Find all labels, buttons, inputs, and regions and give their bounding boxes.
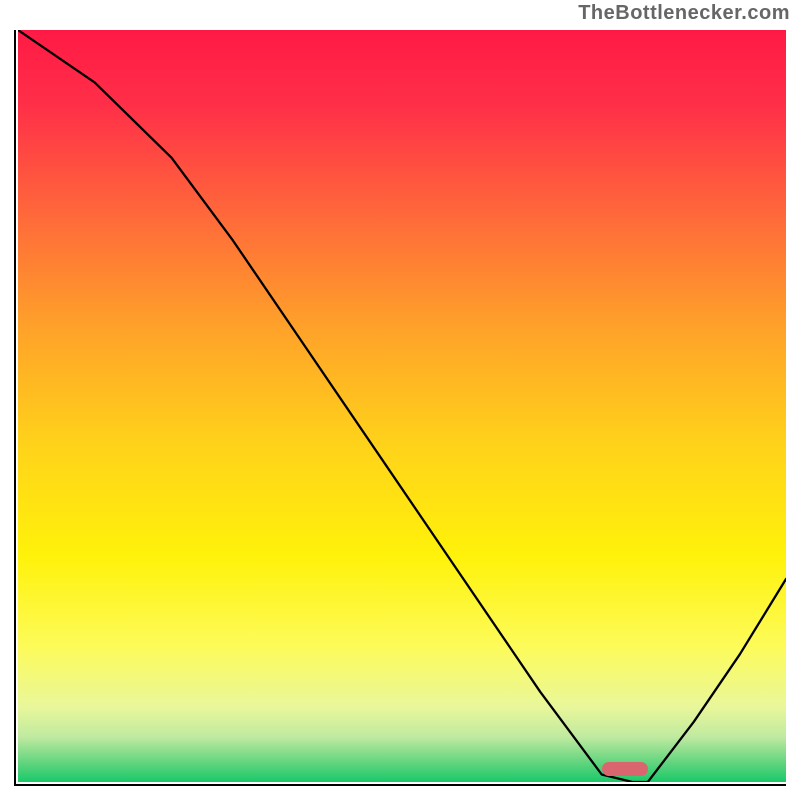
bottleneck-curve — [18, 30, 786, 782]
attribution-text: TheBottlenecker.com — [578, 2, 790, 25]
chart-container: TheBottlenecker.com — [0, 0, 800, 800]
curve-layer — [18, 30, 786, 782]
plot-area — [14, 30, 786, 786]
optimal-marker — [602, 762, 648, 776]
